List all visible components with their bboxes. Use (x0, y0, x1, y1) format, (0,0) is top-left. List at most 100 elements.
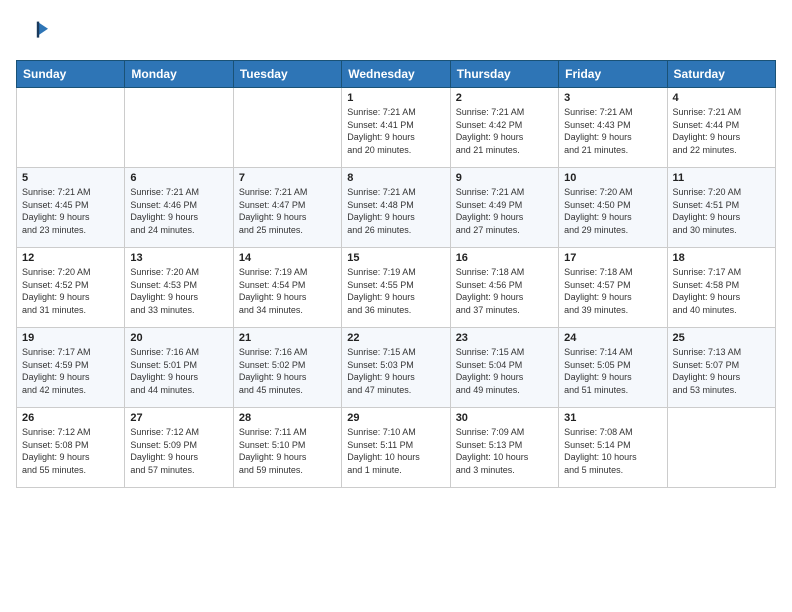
calendar-table: SundayMondayTuesdayWednesdayThursdayFrid… (16, 60, 776, 488)
weekday-header-monday: Monday (125, 61, 233, 88)
day-number: 15 (347, 252, 444, 264)
day-info: Sunrise: 7:21 AM Sunset: 4:48 PM Dayligh… (347, 186, 444, 236)
day-number: 9 (456, 172, 553, 184)
calendar-cell: 2 Sunrise: 7:21 AM Sunset: 4:42 PM Daylig… (450, 88, 558, 168)
calendar-cell: 17 Sunrise: 7:18 AM Sunset: 4:57 PM Dayli… (559, 248, 667, 328)
day-number: 18 (673, 252, 770, 264)
calendar-cell: 12 Sunrise: 7:20 AM Sunset: 4:52 PM Dayli… (17, 248, 125, 328)
day-info: Sunrise: 7:20 AM Sunset: 4:51 PM Dayligh… (673, 186, 770, 236)
calendar-cell: 28 Sunrise: 7:11 AM Sunset: 5:10 PM Dayli… (233, 408, 341, 488)
day-number: 8 (347, 172, 444, 184)
day-info: Sunrise: 7:15 AM Sunset: 5:04 PM Dayligh… (456, 346, 553, 396)
day-number: 22 (347, 332, 444, 344)
page-header (16, 16, 776, 48)
day-number: 31 (564, 412, 661, 424)
calendar-cell: 29 Sunrise: 7:10 AM Sunset: 5:11 PM Dayli… (342, 408, 450, 488)
calendar-week-row: 19 Sunrise: 7:17 AM Sunset: 4:59 PM Dayli… (17, 328, 776, 408)
day-number: 10 (564, 172, 661, 184)
day-info: Sunrise: 7:19 AM Sunset: 4:54 PM Dayligh… (239, 266, 336, 316)
weekday-header-wednesday: Wednesday (342, 61, 450, 88)
calendar-cell: 6 Sunrise: 7:21 AM Sunset: 4:46 PM Daylig… (125, 168, 233, 248)
day-info: Sunrise: 7:20 AM Sunset: 4:50 PM Dayligh… (564, 186, 661, 236)
day-number: 24 (564, 332, 661, 344)
day-number: 21 (239, 332, 336, 344)
calendar-cell: 5Sunrise: 7:21 AM Sunset: 4:45 PM Daylig… (17, 168, 125, 248)
day-info: Sunrise: 7:21 AM Sunset: 4:41 PM Dayligh… (347, 106, 444, 156)
day-info: Sunrise: 7:10 AM Sunset: 5:11 PM Dayligh… (347, 426, 444, 476)
day-number: 4 (673, 92, 770, 104)
day-info: Sunrise: 7:18 AM Sunset: 4:56 PM Dayligh… (456, 266, 553, 316)
calendar-cell: 8 Sunrise: 7:21 AM Sunset: 4:48 PM Daylig… (342, 168, 450, 248)
day-number: 2 (456, 92, 553, 104)
day-info: Sunrise: 7:18 AM Sunset: 4:57 PM Dayligh… (564, 266, 661, 316)
day-number: 16 (456, 252, 553, 264)
day-info: Sunrise: 7:16 AM Sunset: 5:01 PM Dayligh… (130, 346, 227, 396)
calendar-cell: 26 Sunrise: 7:12 AM Sunset: 5:08 PM Dayli… (17, 408, 125, 488)
day-info: Sunrise: 7:16 AM Sunset: 5:02 PM Dayligh… (239, 346, 336, 396)
day-number: 19 (22, 332, 119, 344)
day-number: 28 (239, 412, 336, 424)
calendar-header: SundayMondayTuesdayWednesdayThursdayFrid… (17, 61, 776, 88)
calendar-cell (667, 408, 775, 488)
day-number: 12 (22, 252, 119, 264)
calendar-cell: 23 Sunrise: 7:15 AM Sunset: 5:04 PM Dayli… (450, 328, 558, 408)
day-number: 6 (130, 172, 227, 184)
calendar-cell: 15 Sunrise: 7:19 AM Sunset: 4:55 PM Dayli… (342, 248, 450, 328)
weekday-header-sunday: Sunday (17, 61, 125, 88)
calendar-week-row: 12 Sunrise: 7:20 AM Sunset: 4:52 PM Dayli… (17, 248, 776, 328)
day-number: 20 (130, 332, 227, 344)
day-info: Sunrise: 7:15 AM Sunset: 5:03 PM Dayligh… (347, 346, 444, 396)
day-info: Sunrise: 7:13 AM Sunset: 5:07 PM Dayligh… (673, 346, 770, 396)
calendar-cell: 1 Sunrise: 7:21 AM Sunset: 4:41 PM Daylig… (342, 88, 450, 168)
calendar-cell (17, 88, 125, 168)
day-info: Sunrise: 7:14 AM Sunset: 5:05 PM Dayligh… (564, 346, 661, 396)
weekday-header-row: SundayMondayTuesdayWednesdayThursdayFrid… (17, 61, 776, 88)
calendar-cell: 4Sunrise: 7:21 AM Sunset: 4:44 PM Daylig… (667, 88, 775, 168)
day-number: 17 (564, 252, 661, 264)
day-info: Sunrise: 7:21 AM Sunset: 4:43 PM Dayligh… (564, 106, 661, 156)
weekday-header-tuesday: Tuesday (233, 61, 341, 88)
calendar-cell: 18 Sunrise: 7:17 AM Sunset: 4:58 PM Dayli… (667, 248, 775, 328)
calendar-cell: 14 Sunrise: 7:19 AM Sunset: 4:54 PM Dayli… (233, 248, 341, 328)
day-info: Sunrise: 7:20 AM Sunset: 4:52 PM Dayligh… (22, 266, 119, 316)
calendar-body: 1 Sunrise: 7:21 AM Sunset: 4:41 PM Daylig… (17, 88, 776, 488)
day-number: 27 (130, 412, 227, 424)
calendar-cell: 27 Sunrise: 7:12 AM Sunset: 5:09 PM Dayli… (125, 408, 233, 488)
day-number: 3 (564, 92, 661, 104)
day-info: Sunrise: 7:19 AM Sunset: 4:55 PM Dayligh… (347, 266, 444, 316)
day-info: Sunrise: 7:17 AM Sunset: 4:59 PM Dayligh… (22, 346, 119, 396)
calendar-cell (233, 88, 341, 168)
day-info: Sunrise: 7:21 AM Sunset: 4:46 PM Dayligh… (130, 186, 227, 236)
calendar-cell: 31 Sunrise: 7:08 AM Sunset: 5:14 PM Dayli… (559, 408, 667, 488)
day-info: Sunrise: 7:17 AM Sunset: 4:58 PM Dayligh… (673, 266, 770, 316)
calendar-cell: 13Sunrise: 7:20 AM Sunset: 4:53 PM Dayli… (125, 248, 233, 328)
day-info: Sunrise: 7:21 AM Sunset: 4:42 PM Dayligh… (456, 106, 553, 156)
day-info: Sunrise: 7:11 AM Sunset: 5:10 PM Dayligh… (239, 426, 336, 476)
weekday-header-saturday: Saturday (667, 61, 775, 88)
calendar-cell (125, 88, 233, 168)
day-number: 25 (673, 332, 770, 344)
logo-icon (16, 16, 48, 48)
day-number: 23 (456, 332, 553, 344)
calendar-cell: 3 Sunrise: 7:21 AM Sunset: 4:43 PM Daylig… (559, 88, 667, 168)
calendar-cell: 7Sunrise: 7:21 AM Sunset: 4:47 PM Daylig… (233, 168, 341, 248)
day-info: Sunrise: 7:08 AM Sunset: 5:14 PM Dayligh… (564, 426, 661, 476)
day-number: 29 (347, 412, 444, 424)
weekday-header-thursday: Thursday (450, 61, 558, 88)
calendar-cell: 22 Sunrise: 7:15 AM Sunset: 5:03 PM Dayli… (342, 328, 450, 408)
calendar-cell: 21 Sunrise: 7:16 AM Sunset: 5:02 PM Dayli… (233, 328, 341, 408)
day-number: 14 (239, 252, 336, 264)
day-info: Sunrise: 7:12 AM Sunset: 5:09 PM Dayligh… (130, 426, 227, 476)
day-info: Sunrise: 7:20 AM Sunset: 4:53 PM Dayligh… (130, 266, 227, 316)
calendar-week-row: 26 Sunrise: 7:12 AM Sunset: 5:08 PM Dayli… (17, 408, 776, 488)
calendar-cell: 11Sunrise: 7:20 AM Sunset: 4:51 PM Dayli… (667, 168, 775, 248)
calendar-week-row: 1 Sunrise: 7:21 AM Sunset: 4:41 PM Daylig… (17, 88, 776, 168)
day-number: 1 (347, 92, 444, 104)
calendar-cell: 9Sunrise: 7:21 AM Sunset: 4:49 PM Daylig… (450, 168, 558, 248)
day-number: 26 (22, 412, 119, 424)
calendar-cell: 24 Sunrise: 7:14 AM Sunset: 5:05 PM Dayli… (559, 328, 667, 408)
calendar-cell: 20 Sunrise: 7:16 AM Sunset: 5:01 PM Dayli… (125, 328, 233, 408)
day-info: Sunrise: 7:12 AM Sunset: 5:08 PM Dayligh… (22, 426, 119, 476)
calendar-cell: 16 Sunrise: 7:18 AM Sunset: 4:56 PM Dayli… (450, 248, 558, 328)
calendar-cell: 19 Sunrise: 7:17 AM Sunset: 4:59 PM Dayli… (17, 328, 125, 408)
